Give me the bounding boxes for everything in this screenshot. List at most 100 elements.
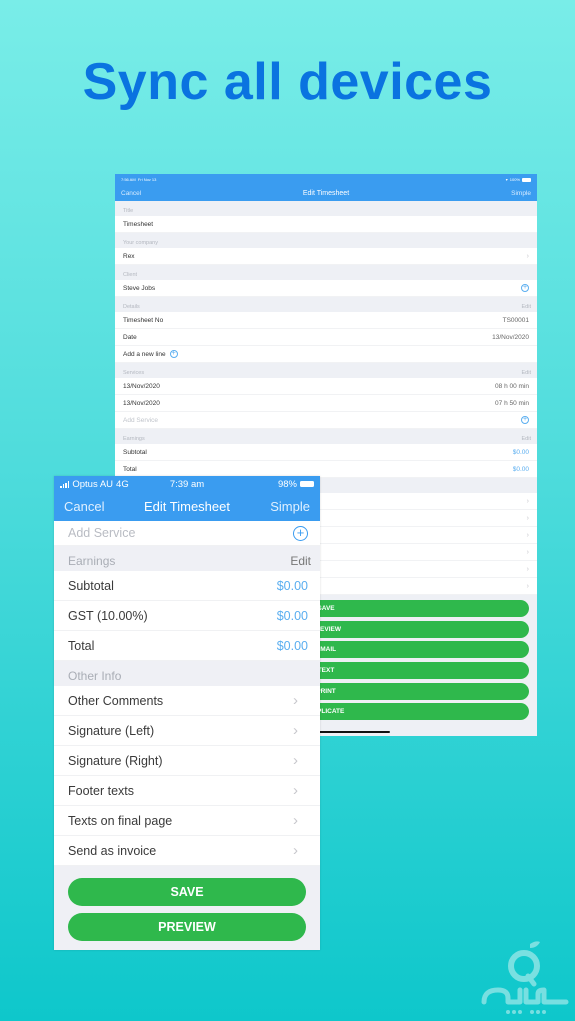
texts-final-page-row[interactable]: Texts on final page › xyxy=(54,806,320,836)
row-label: Total xyxy=(68,638,95,653)
headline: Sync all devices xyxy=(82,53,493,111)
earnings-edit-button[interactable]: Edit xyxy=(290,554,311,568)
earnings-edit-button[interactable]: Edit xyxy=(522,436,531,442)
row-label: Other Comments xyxy=(68,693,164,708)
chevron-right-icon: › xyxy=(526,531,529,539)
signature-right-row[interactable]: Signature (Right) › xyxy=(54,746,320,776)
section-label: Details xyxy=(123,304,140,310)
row-label: Texts on final page xyxy=(68,813,173,828)
plus-circle-icon[interactable]: + xyxy=(169,350,178,358)
subtotal-row: Subtotal $0.00 xyxy=(115,444,537,461)
service-row[interactable]: 13/Nov/2020 07 h 50 min xyxy=(115,395,537,412)
add-service-row[interactable]: Add Service + xyxy=(54,521,320,546)
section-header-other-info: Other Info xyxy=(54,661,320,686)
row-label: Total xyxy=(123,465,137,473)
tablet-nav-bar: Cancel Edit Timesheet Simple xyxy=(115,185,537,201)
chevron-right-icon: › xyxy=(293,692,298,709)
other-comments-row[interactable]: Other Comments › xyxy=(54,686,320,716)
plus-circle-icon[interactable]: + xyxy=(521,284,529,292)
row-label: Timesheet No xyxy=(123,316,164,324)
company-row[interactable]: Rex › xyxy=(115,248,537,265)
battery-level: 100% xyxy=(509,177,520,182)
gst-row: GST (10.00%) $0.00 xyxy=(54,601,320,631)
service-duration: 08 h 00 min xyxy=(495,382,529,390)
chevron-right-icon: › xyxy=(293,722,298,739)
title-value: Timesheet xyxy=(123,220,154,228)
add-line-label: Add a new line xyxy=(123,350,166,358)
section-header-earnings: Earnings Edit xyxy=(54,546,320,571)
plus-circle-icon[interactable]: + xyxy=(521,416,529,424)
service-duration: 07 h 50 min xyxy=(495,399,529,407)
section-label: Services xyxy=(123,370,145,376)
row-value: TS00001 xyxy=(502,316,529,324)
company-value: Rex xyxy=(123,252,135,260)
footer-texts-row[interactable]: Footer texts › xyxy=(54,776,320,806)
row-value: $0.00 xyxy=(512,465,529,473)
tablet-status-bar: 7:56 AM Fri Nov 13 ▾ 100% xyxy=(115,174,537,185)
row-label: Date xyxy=(123,333,137,341)
row-value: $0.00 xyxy=(512,448,529,456)
section-header-title: Title xyxy=(115,201,537,216)
wifi-icon: ▾ xyxy=(505,177,508,182)
phone-status-bar: Optus AU 4G 7:39 am 98% xyxy=(54,476,320,492)
row-label: Footer texts xyxy=(68,783,134,798)
chevron-right-icon: › xyxy=(293,752,298,769)
section-label: Client xyxy=(123,272,138,278)
cancel-button[interactable]: Cancel xyxy=(64,499,104,514)
chevron-right-icon: › xyxy=(526,582,529,590)
chevron-right-icon: › xyxy=(526,548,529,556)
row-value: $0.00 xyxy=(276,578,308,593)
section-label: Earnings xyxy=(68,554,116,568)
save-button[interactable]: SAVE xyxy=(68,878,306,906)
timesheet-no-row[interactable]: Timesheet No TS00001 xyxy=(115,312,537,329)
chevron-right-icon: › xyxy=(526,514,529,522)
title-field[interactable]: Timesheet xyxy=(115,216,537,233)
carrier: Optus AU xyxy=(72,478,114,490)
row-label: Signature (Left) xyxy=(68,723,155,738)
chevron-right-icon: › xyxy=(293,812,298,829)
add-service-label: Add Service xyxy=(68,526,136,540)
section-label: Title xyxy=(123,208,134,214)
battery-level: 98% xyxy=(277,478,297,490)
service-date: 13/Nov/2020 xyxy=(123,382,160,390)
apple-logo-icon xyxy=(481,941,569,1014)
row-label: GST (10.00%) xyxy=(68,608,148,623)
page-title: Edit Timesheet xyxy=(302,189,350,197)
row-label: Send as invoice xyxy=(68,843,157,858)
network: 4G xyxy=(116,478,129,490)
row-value: $0.00 xyxy=(276,608,308,623)
plus-circle-icon[interactable]: + xyxy=(293,525,308,541)
section-label: Other Info xyxy=(68,669,122,683)
send-as-invoice-row[interactable]: Send as invoice › xyxy=(54,836,320,866)
client-row[interactable]: Steve Jobs + xyxy=(115,280,537,297)
battery-icon xyxy=(300,481,314,487)
battery-icon xyxy=(522,177,531,182)
phone-nav-bar: Cancel Edit Timesheet Simple xyxy=(54,492,320,521)
date-row[interactable]: Date 13/Nov/2020 xyxy=(115,329,537,346)
row-value: 13/Nov/2020 xyxy=(492,333,529,341)
service-row[interactable]: 13/Nov/2020 08 h 00 min xyxy=(115,378,537,395)
section-header-services: Services Edit xyxy=(115,363,537,378)
services-edit-button[interactable]: Edit xyxy=(522,370,531,376)
chevron-right-icon: › xyxy=(526,497,529,505)
section-header-details: Details Edit xyxy=(115,297,537,312)
add-service-row[interactable]: Add Service + xyxy=(115,412,537,429)
signature-left-row[interactable]: Signature (Left) › xyxy=(54,716,320,746)
phone-action-buttons: SAVE PREVIEW xyxy=(54,866,320,941)
client-value: Steve Jobs xyxy=(123,284,156,292)
section-label: Your company xyxy=(123,240,158,246)
section-label: Earnings xyxy=(123,436,145,442)
simple-button[interactable]: Simple xyxy=(511,190,531,197)
details-edit-button[interactable]: Edit xyxy=(522,304,531,310)
add-new-line-row[interactable]: Add a new line + xyxy=(115,346,537,363)
simple-button[interactable]: Simple xyxy=(270,499,310,514)
section-header-client: Client xyxy=(115,265,537,280)
chevron-right-icon: › xyxy=(526,252,529,260)
cancel-button[interactable]: Cancel xyxy=(121,190,141,197)
row-label: Subtotal xyxy=(68,578,114,593)
phone-screen: Optus AU 4G 7:39 am 98% Cancel Edit Time… xyxy=(54,476,320,950)
row-label: Subtotal xyxy=(123,448,147,456)
chevron-right-icon: › xyxy=(293,782,298,799)
chevron-right-icon: › xyxy=(293,842,298,859)
preview-button[interactable]: PREVIEW xyxy=(68,913,306,941)
